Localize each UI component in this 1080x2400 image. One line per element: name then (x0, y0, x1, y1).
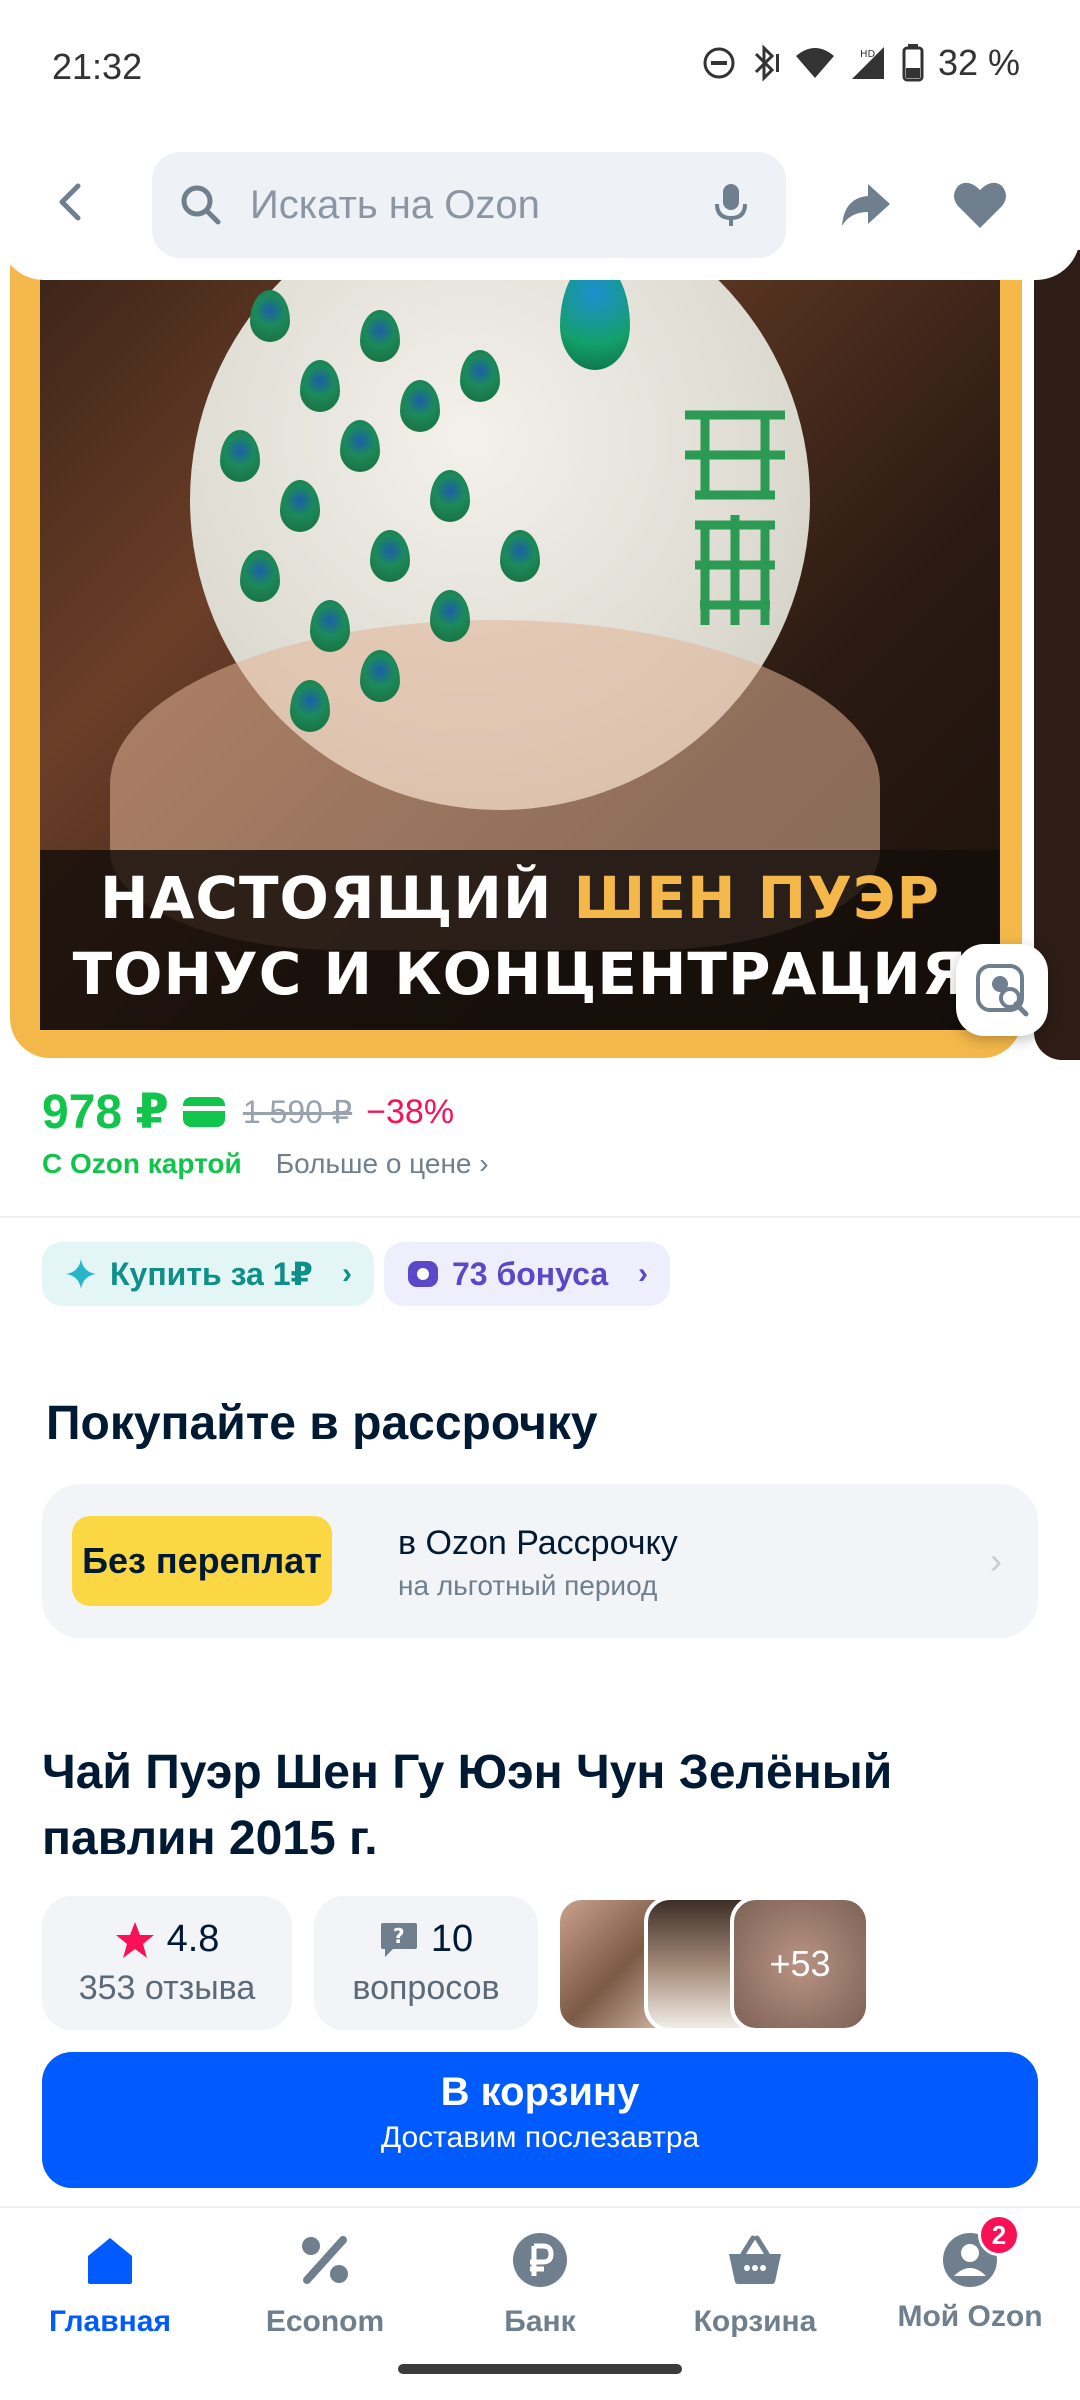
visual-search-button[interactable] (956, 944, 1048, 1036)
home-icon (88, 2238, 132, 2284)
basket-icon (729, 2235, 781, 2284)
add-to-cart-button[interactable]: В корзину Доставим послезавтра (42, 2052, 1038, 2188)
gesture-home-bar[interactable] (398, 2364, 682, 2374)
search-icon (181, 185, 221, 225)
battery-percent: 32 % (937, 42, 1020, 83)
percent-icon (302, 2236, 348, 2284)
old-price: 1 590 ₽ (242, 1094, 353, 1130)
top-bar (0, 130, 1080, 280)
chevron-right-icon: › (638, 1257, 648, 1290)
delivery-label: Доставим послезавтра (380, 2121, 700, 2154)
star-icon (115, 1921, 154, 1958)
chevron-right-icon: › (990, 1540, 1002, 1581)
bonus-label: 73 бонуса (452, 1255, 609, 1292)
dnd-icon (703, 47, 735, 79)
nav-label: Корзина (693, 2305, 817, 2338)
bluetooth-icon (754, 44, 779, 82)
more-photos-count: +53 (769, 1943, 831, 1984)
question-bubble-icon: ? (380, 1922, 417, 1957)
nav-label: Главная (48, 2305, 171, 2338)
caption-line1-start: НАСТОЯЩИЙ (99, 864, 574, 932)
chevron-right-icon: › (342, 1257, 352, 1290)
nav-item-econom[interactable]: Econom (225, 2224, 425, 2339)
wifi-icon (795, 48, 834, 78)
share-icon[interactable] (836, 174, 896, 234)
questions-count: 10 (430, 1918, 474, 1960)
rating-value: 4.8 (166, 1918, 220, 1960)
search-bar[interactable] (152, 152, 786, 258)
installment-card[interactable]: Без переплат в Ozon Рассрочку на льготны… (42, 1484, 1038, 1638)
installment-heading: Покупайте в рассрочку (46, 1397, 598, 1450)
sparkle-icon (66, 1259, 96, 1289)
image-caption: НАСТОЯЩИЙ ШЕН ПУЭР ТОНУС И КОНЦЕНТРАЦИЯ (40, 860, 1000, 1012)
reviews-count: 353 отзыва (78, 1969, 256, 2007)
product-title: Чай Пуэр Шен Гу Юэн Чун Зелёный павлин 2… (42, 1746, 893, 1865)
svg-text:?: ? (393, 1924, 405, 1948)
ruble-icon (513, 2233, 567, 2287)
more-photos-thumbnail[interactable]: +53 (730, 1896, 870, 2032)
nav-item-home[interactable]: Главная (10, 2224, 210, 2339)
no-overpayment-badge: Без переплат (72, 1516, 332, 1606)
more-about-price-label: Больше о цене (275, 1148, 472, 1179)
nav-item-cart[interactable]: Корзина (655, 2224, 855, 2339)
nav-label: Банк (504, 2305, 576, 2338)
caption-line2: ТОНУС И КОНЦЕНТРАЦИЯ (72, 940, 968, 1008)
buy-for-one-ruble-chip[interactable]: Купить за 1₽ › (42, 1242, 374, 1306)
chevron-right-icon: › (479, 1148, 489, 1179)
bonus-chip[interactable]: 73 бонуса › (384, 1242, 670, 1306)
search-input[interactable] (250, 182, 680, 228)
installment-line2: на льготный период (398, 1570, 658, 1601)
nav-item-my-ozon[interactable]: 2 Мой Ozon (870, 2214, 1070, 2334)
installment-line1: в Ozon Рассрочку (398, 1524, 678, 1562)
ozon-card-icon (182, 1097, 225, 1127)
chinese-characters-logo (685, 410, 785, 625)
svg-text:HD: HD (860, 49, 876, 60)
discount-badge: −38% (366, 1092, 455, 1131)
visual-search-icon (976, 964, 1029, 1017)
status-time: 21:32 (52, 46, 143, 87)
notification-badge: 2 (978, 2214, 1020, 2256)
favorite-heart-icon[interactable] (950, 174, 1010, 234)
nav-label: Мой Ozon (897, 2300, 1043, 2333)
price-row: 978 ₽ 1 590 ₽ −38% (42, 1084, 454, 1140)
price-subline: С Ozon картой Больше о цене › (42, 1148, 489, 1180)
signal-icon: HD (851, 47, 884, 79)
back-icon[interactable] (48, 178, 96, 226)
microphone-icon[interactable] (712, 182, 750, 228)
battery-icon (902, 44, 924, 82)
current-price: 978 ₽ (42, 1086, 169, 1139)
ozon-card-label: С Ozon картой (42, 1148, 242, 1179)
questions-label: вопросов (352, 1969, 500, 2007)
status-bar: 21:32 HD 32 % (0, 0, 1080, 130)
product-photo: НАСТОЯЩИЙ ШЕН ПУЭР ТОНУС И КОНЦЕНТРАЦИЯ (40, 230, 1000, 1030)
add-to-cart-label: В корзину (440, 2070, 640, 2114)
product-image-carousel[interactable]: НАСТОЯЩИЙ ШЕН ПУЭР ТОНУС И КОНЦЕНТРАЦИЯ (10, 230, 1022, 1058)
nav-label: Econom (265, 2305, 385, 2338)
status-icons: HD 32 % (702, 42, 1020, 84)
buy-for-one-label: Купить за 1₽ (110, 1256, 313, 1292)
bonus-icon (408, 1261, 438, 1287)
questions-box[interactable]: ? 10 вопросов (314, 1896, 538, 2030)
rating-box[interactable]: 4.8 353 отзыва (42, 1896, 292, 2030)
caption-line1-highlight: ШЕН ПУЭР (573, 864, 941, 932)
divider (0, 1216, 1080, 1218)
next-photo-peek[interactable] (1034, 250, 1080, 1060)
nav-item-bank[interactable]: Банк (440, 2224, 640, 2339)
more-about-price-link[interactable]: Больше о цене › (276, 1148, 489, 1180)
